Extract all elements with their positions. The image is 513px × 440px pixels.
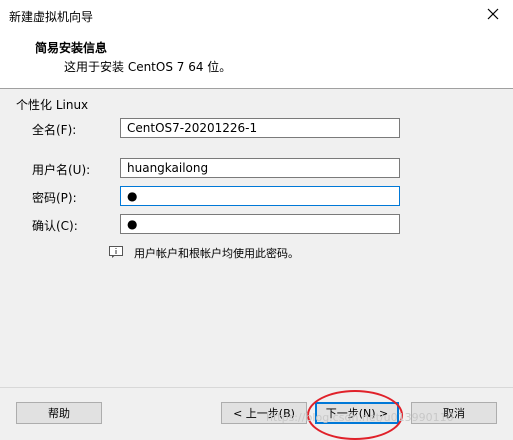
next-button[interactable]: 下一步(N) > [315,402,399,424]
title-bar: 新建虚拟机向导 [0,0,513,30]
cancel-button[interactable]: 取消 [411,402,497,424]
password-label: 密码(P): [32,191,77,205]
info-icon [109,246,123,258]
back-button[interactable]: < 上一步(B) [221,402,307,424]
help-button[interactable]: 帮助 [16,402,102,424]
password-field[interactable]: ● [120,186,400,206]
username-label: 用户名(U): [32,163,91,177]
confirm-field[interactable]: ● [120,214,400,234]
page-title: 简易安装信息 [35,41,108,55]
window-title: 新建虚拟机向导 [9,10,94,24]
password-note: 用户帐户和根帐户均使用此密码。 [134,247,299,260]
fullname-field[interactable]: CentOS7-20201226-1 [120,118,400,138]
username-field[interactable]: huangkailong [120,158,400,178]
wizard-header: 简易安装信息 这用于安装 CentOS 7 64 位。 [0,30,513,88]
content-panel: 个性化 Linux 全名(F): CentOS7-20201226-1 用户名(… [0,89,513,387]
group-label: 个性化 Linux [16,98,89,112]
confirm-label: 确认(C): [32,219,78,233]
page-subtitle: 这用于安装 CentOS 7 64 位。 [64,60,232,74]
close-button[interactable] [483,4,503,24]
wizard-window: 新建虚拟机向导 简易安装信息 这用于安装 CentOS 7 64 位。 个性化 … [0,0,513,440]
close-icon [487,8,499,20]
fullname-label: 全名(F): [32,123,77,137]
button-bar: 帮助 < 上一步(B) 下一步(N) > 取消 [0,388,513,440]
